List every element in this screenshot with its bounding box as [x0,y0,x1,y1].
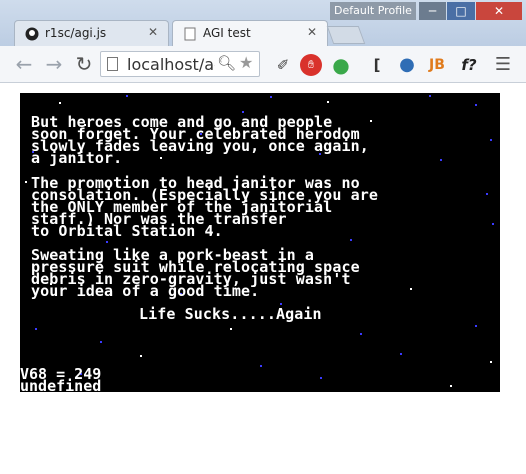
star-dot [230,328,232,330]
page-icon [183,27,197,41]
closing-line: Life Sucks.....Again [139,305,322,323]
star-dot [400,353,402,355]
minimize-icon[interactable]: ─ [419,2,446,20]
back-arrow-icon[interactable]: ← [12,52,36,76]
url-text[interactable]: localhost/ag [127,55,215,74]
jb-icon[interactable]: JB [426,54,448,76]
tab-title: r1sc/agi.js [45,26,107,40]
star-dot [410,288,412,290]
story-paragraph-1: But heroes come and go and people soon fo… [31,115,369,166]
story-paragraph-3: Sweating like a pork-beast in a pressure … [31,248,360,299]
tab-github[interactable]: r1sc/agi.js ✕ [14,20,169,46]
maximize-icon[interactable]: □ [447,2,475,20]
star-dot [486,193,488,195]
star-dot [492,223,494,225]
forward-arrow-icon[interactable]: → [42,52,66,76]
close-icon[interactable]: ✕ [476,2,522,20]
menu-icon[interactable]: ☰ [492,54,514,76]
star-dot [370,120,372,122]
reload-icon[interactable]: ↻ [72,52,96,76]
text-line: to Orbital Station 4. [31,222,223,240]
bracket-icon[interactable]: [ [366,54,388,76]
star-dot [35,328,37,330]
globe-icon[interactable]: ● [396,54,418,76]
story-paragraph-2: The promotion to head janitor was no cons… [31,176,378,240]
address-bar[interactable]: localhost/ag 🔍︎ ★ [100,51,260,77]
tab-agi-test[interactable]: AGI test ✕ [172,20,328,46]
game-screen[interactable]: But heroes come and go and people soon fo… [20,93,500,392]
bookmark-star-icon[interactable]: ★ [239,53,253,72]
star-dot [490,361,492,363]
star-dot [126,95,128,97]
tab-close-icon[interactable]: ✕ [148,25,158,39]
console-line: undefined [20,377,102,393]
browser-toolbar: ← → ↻ localhost/ag 🔍︎ ★ ✐ ✋︎ ● [ ● JB f?… [0,46,526,83]
star-dot [100,341,102,343]
tab-close-icon[interactable]: ✕ [307,25,317,39]
star-dot [106,241,108,243]
star-dot [140,355,142,357]
function-icon[interactable]: f? [458,54,480,76]
star-dot [25,181,27,183]
star-dot [450,385,452,387]
star-dot [475,325,477,327]
page-info-icon[interactable] [107,57,118,71]
star-dot [350,239,352,241]
star-dot [475,104,477,106]
drop-icon[interactable]: ● [330,54,352,76]
search-icon[interactable]: 🔍︎ [217,54,236,72]
star-dot [429,95,431,97]
star-dot [59,102,61,104]
star-dot [440,159,442,161]
stop-icon[interactable]: ✋︎ [300,54,322,76]
new-tab-button[interactable] [326,26,366,44]
github-icon [25,27,39,41]
star-dot [320,377,322,379]
star-dot [327,101,329,103]
star-dot [360,333,362,335]
tab-title: AGI test [203,26,251,40]
star-dot [270,96,272,98]
star-dot [490,139,492,141]
eyedropper-icon[interactable]: ✐ [272,54,294,76]
window-titlebar: Default Profile ─ □ ✕ r1sc/agi.js ✕ AGI … [0,0,526,46]
profile-button[interactable]: Default Profile [330,2,416,20]
star-dot [260,365,262,367]
